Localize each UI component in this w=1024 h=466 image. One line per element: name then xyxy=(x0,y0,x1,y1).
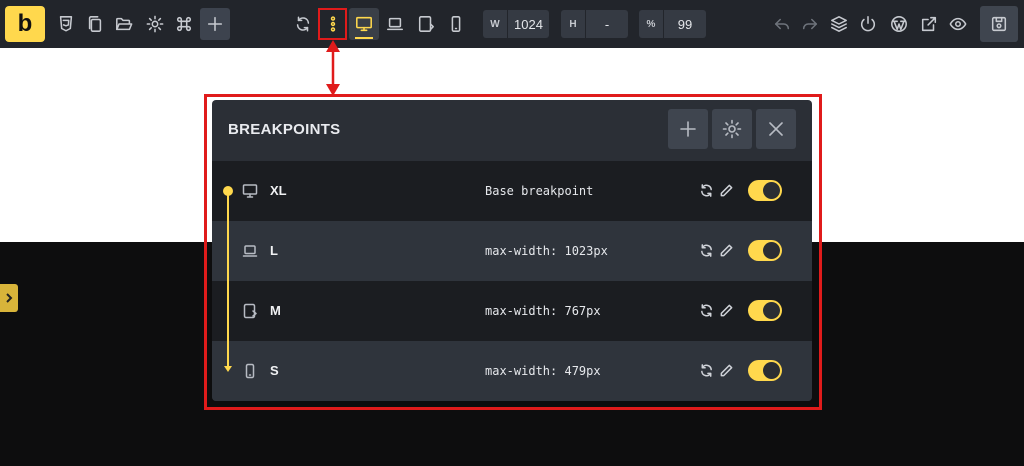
edit-icon[interactable] xyxy=(719,363,735,379)
chevron-right-icon xyxy=(6,293,13,303)
logo-letter: b xyxy=(17,10,33,37)
width-field[interactable]: W 1024 xyxy=(483,10,549,38)
builder-logo[interactable]: b xyxy=(5,6,45,42)
breakpoint-settings-button[interactable] xyxy=(712,109,752,149)
toggle-knob xyxy=(763,242,780,259)
tablet-icon[interactable] xyxy=(411,8,441,40)
breakpoint-row-xl[interactable]: XL Base breakpoint xyxy=(212,161,812,221)
reset-icon[interactable] xyxy=(699,243,715,259)
sidebar-toggle[interactable] xyxy=(0,284,18,312)
zoom-value[interactable]: 99 xyxy=(664,17,706,32)
settings-icon[interactable] xyxy=(140,8,170,40)
pages-icon[interactable] xyxy=(80,8,110,40)
breakpoint-name: L xyxy=(270,243,278,258)
add-icon xyxy=(680,121,696,137)
folder-icon[interactable] xyxy=(109,8,139,40)
preview-icon[interactable] xyxy=(943,8,973,40)
panel-title: BREAKPOINTS xyxy=(228,121,341,138)
builder-app: b W 1024 H - % 99 BREAKPOINTS XL Base br… xyxy=(0,0,1024,466)
top-toolbar: b W 1024 H - % 99 xyxy=(0,0,1024,48)
height-label: H xyxy=(569,18,577,30)
laptop-icon xyxy=(242,243,258,259)
toggle-knob xyxy=(763,302,780,319)
edit-icon[interactable] xyxy=(719,183,735,199)
timeline-start-dot xyxy=(223,186,233,196)
height-field[interactable]: H - xyxy=(561,10,628,38)
breakpoint-toggle[interactable] xyxy=(748,240,782,261)
edit-icon[interactable] xyxy=(719,243,735,259)
zoom-field[interactable]: % 99 xyxy=(639,10,706,38)
desktop-icon[interactable] xyxy=(349,8,379,40)
zoom-label: % xyxy=(646,18,656,30)
add-breakpoint-button[interactable] xyxy=(668,109,708,149)
breakpoint-toggle[interactable] xyxy=(748,180,782,201)
toggle-knob xyxy=(763,362,780,379)
breakpoint-name: XL xyxy=(270,183,287,198)
breakpoint-description: Base breakpoint xyxy=(485,184,594,198)
breakpoint-row-l[interactable]: L max-width: 1023px xyxy=(212,221,812,281)
refresh-icon[interactable] xyxy=(288,8,318,40)
undo-icon[interactable] xyxy=(767,8,797,40)
redo-icon[interactable] xyxy=(795,8,825,40)
breakpoint-description: max-width: 1023px xyxy=(485,244,608,258)
height-value[interactable]: - xyxy=(586,17,628,32)
breakpoint-toggle[interactable] xyxy=(748,360,782,381)
save-icon[interactable] xyxy=(980,6,1018,42)
width-label: W xyxy=(490,18,500,30)
mobile-icon[interactable] xyxy=(441,8,471,40)
breakpoint-row-m[interactable]: M max-width: 767px xyxy=(212,281,812,341)
close-panel-button[interactable] xyxy=(756,109,796,149)
power-icon[interactable] xyxy=(853,8,883,40)
reset-icon[interactable] xyxy=(699,363,715,379)
breakpoints-menu-icon[interactable] xyxy=(318,8,347,40)
timeline-end-arrow xyxy=(224,366,232,372)
edit-icon[interactable] xyxy=(719,303,735,319)
breakpoint-toggle[interactable] xyxy=(748,300,782,321)
breakpoint-description: max-width: 479px xyxy=(485,364,601,378)
laptop-icon[interactable] xyxy=(380,8,410,40)
command-icon[interactable] xyxy=(169,8,199,40)
breakpoint-name: M xyxy=(270,303,281,318)
width-value[interactable]: 1024 xyxy=(508,17,549,32)
breakpoint-description: max-width: 767px xyxy=(485,304,601,318)
desktop-icon xyxy=(242,183,258,199)
mobile-icon xyxy=(242,363,258,379)
breakpoint-row-s[interactable]: S max-width: 479px xyxy=(212,341,812,401)
settings-icon xyxy=(722,119,742,139)
external-link-icon[interactable] xyxy=(914,8,944,40)
annotation-arrow xyxy=(326,40,340,96)
wordpress-icon[interactable] xyxy=(884,8,914,40)
reset-icon[interactable] xyxy=(699,183,715,199)
html5-icon[interactable] xyxy=(51,8,81,40)
reset-icon[interactable] xyxy=(699,303,715,319)
add-icon[interactable] xyxy=(200,8,230,40)
close-icon xyxy=(769,122,783,136)
toggle-knob xyxy=(763,182,780,199)
breakpoint-timeline xyxy=(227,190,229,368)
layers-icon[interactable] xyxy=(824,8,854,40)
tablet-icon xyxy=(242,303,258,319)
breakpoint-name: S xyxy=(270,363,279,378)
breakpoints-panel: BREAKPOINTS XL Base breakpoint L max-wid… xyxy=(212,100,812,401)
